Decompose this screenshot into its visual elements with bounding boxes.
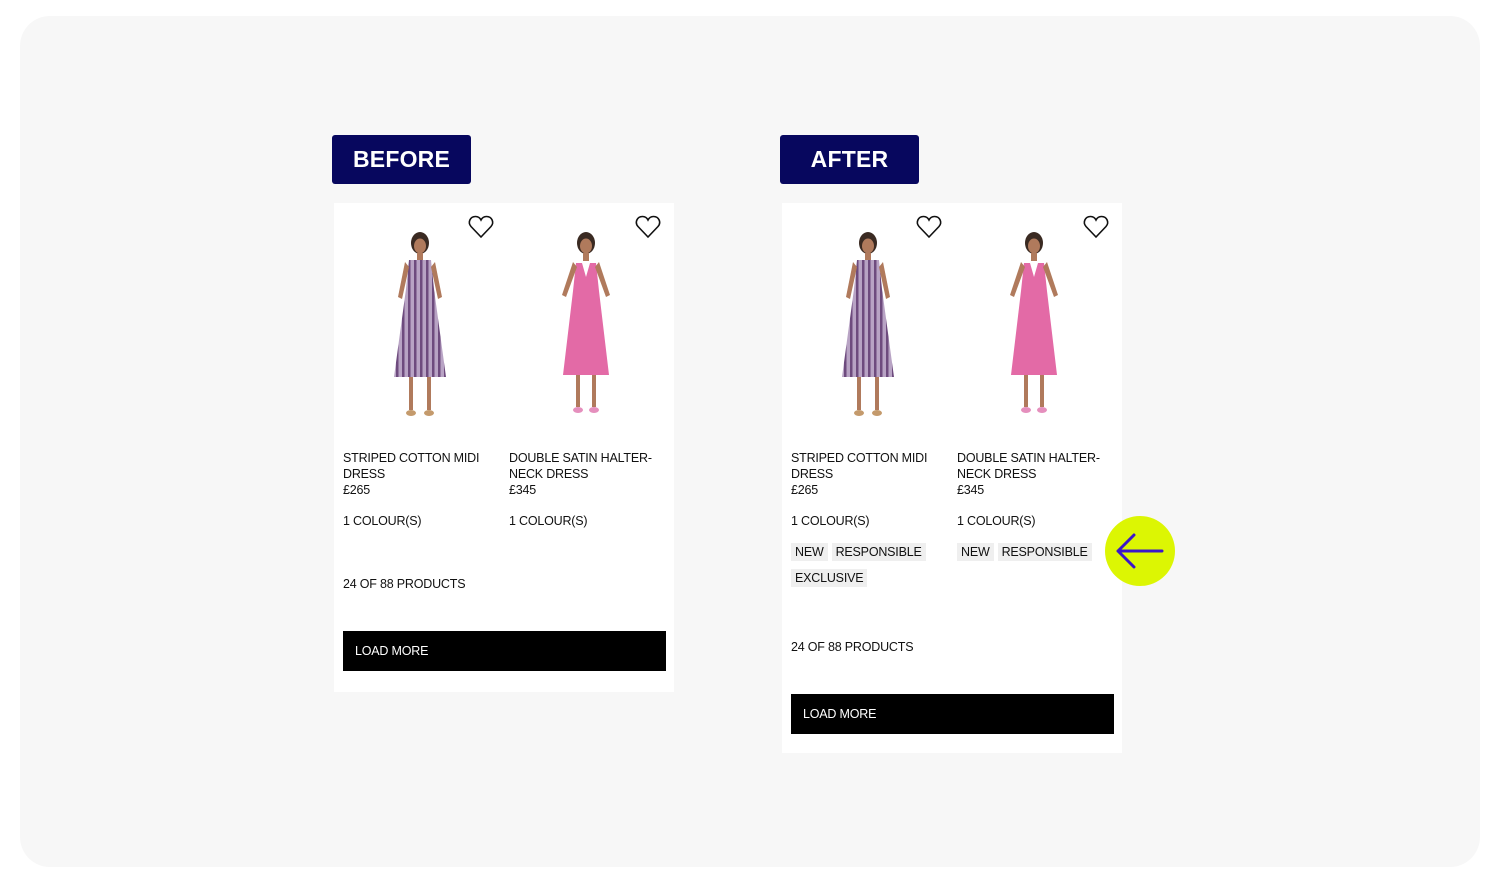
product-image-pink-dress[interactable]	[526, 227, 646, 427]
product-grid: STRIPED COTTON MIDI DRESS £265 1 COLOUR(…	[334, 203, 674, 528]
badge-responsible: RESPONSIBLE	[997, 543, 1092, 561]
load-more-button[interactable]: LOAD MORE	[791, 694, 1114, 734]
product-colours: 1 COLOUR(S)	[509, 514, 588, 528]
product-name[interactable]: STRIPED COTTON MIDI DRESS	[343, 451, 493, 482]
badge-responsible: RESPONSIBLE	[831, 543, 926, 561]
after-label: AFTER	[780, 135, 919, 184]
product-name[interactable]: DOUBLE SATIN HALTER-NECK DRESS	[509, 451, 659, 482]
badge-new: NEW	[791, 543, 828, 561]
product-card[interactable]: STRIPED COTTON MIDI DRESS £265 1 COLOUR(…	[791, 203, 949, 587]
product-colours: 1 COLOUR(S)	[957, 514, 1036, 528]
product-count: 24 OF 88 PRODUCTS	[343, 577, 466, 591]
product-name[interactable]: DOUBLE SATIN HALTER-NECK DRESS	[957, 451, 1107, 482]
product-name[interactable]: STRIPED COTTON MIDI DRESS	[791, 451, 941, 482]
annotation-arrow-badge	[1105, 516, 1175, 586]
load-more-button[interactable]: LOAD MORE	[343, 631, 666, 671]
after-panel: STRIPED COTTON MIDI DRESS £265 1 COLOUR(…	[782, 203, 1122, 753]
product-badges: NEW RESPONSIBLE EXCLUSIVE	[791, 543, 949, 595]
product-price: £265	[791, 483, 819, 497]
product-image-striped-dress[interactable]	[360, 227, 480, 427]
badge-exclusive: EXCLUSIVE	[791, 569, 868, 587]
canvas-background	[20, 16, 1480, 867]
product-card[interactable]: DOUBLE SATIN HALTER-NECK DRESS £345 1 CO…	[509, 203, 667, 528]
product-colours: 1 COLOUR(S)	[343, 514, 422, 528]
heart-icon[interactable]	[467, 213, 495, 241]
product-price: £265	[343, 483, 371, 497]
arrow-left-icon	[1116, 533, 1164, 569]
product-grid: STRIPED COTTON MIDI DRESS £265 1 COLOUR(…	[782, 203, 1122, 587]
before-panel: STRIPED COTTON MIDI DRESS £265 1 COLOUR(…	[334, 203, 674, 692]
before-label: BEFORE	[332, 135, 471, 184]
badge-new: NEW	[957, 543, 994, 561]
product-image-striped-dress[interactable]	[808, 227, 928, 427]
heart-icon[interactable]	[915, 213, 943, 241]
product-count: 24 OF 88 PRODUCTS	[791, 640, 914, 654]
product-colours: 1 COLOUR(S)	[791, 514, 870, 528]
product-card[interactable]: STRIPED COTTON MIDI DRESS £265 1 COLOUR(…	[343, 203, 501, 528]
heart-icon[interactable]	[634, 213, 662, 241]
product-price: £345	[957, 483, 985, 497]
product-card[interactable]: DOUBLE SATIN HALTER-NECK DRESS £345 1 CO…	[957, 203, 1115, 561]
heart-icon[interactable]	[1082, 213, 1110, 241]
product-image-pink-dress[interactable]	[974, 227, 1094, 427]
product-badges: NEW RESPONSIBLE	[957, 543, 1115, 569]
product-price: £345	[509, 483, 537, 497]
